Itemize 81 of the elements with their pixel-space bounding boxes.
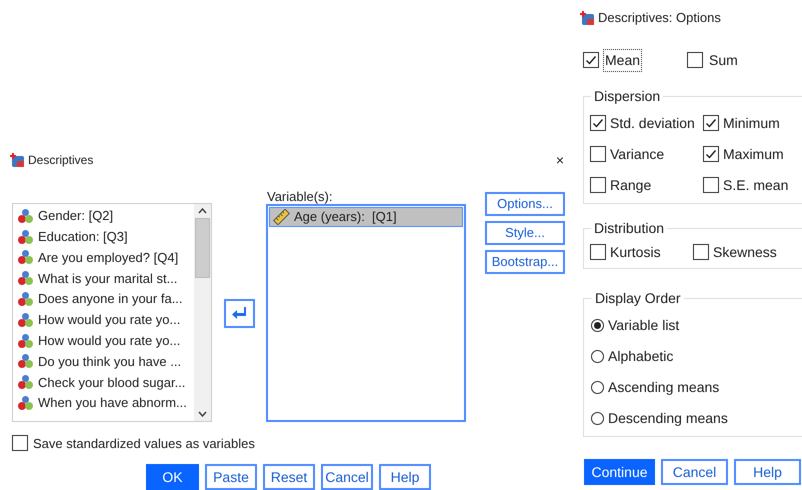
dialog-button[interactable]: Cancel (661, 459, 728, 485)
radio-button[interactable] (591, 412, 604, 424)
dialog-button[interactable]: Paste (205, 464, 257, 490)
nominal-variable-icon (17, 374, 34, 390)
continue-button[interactable]: Continue (584, 459, 655, 485)
nominal-variable-icon (17, 332, 34, 349)
variable-item[interactable]: Age (years): [Q1] (269, 206, 463, 226)
radio-button[interactable] (591, 350, 604, 362)
variable-item[interactable]: Check your blood sugar... (17, 372, 194, 393)
checkbox-label: Maximum (723, 144, 784, 164)
checkbox[interactable] (590, 177, 606, 193)
checkbox-label: S.E. mean (723, 176, 788, 194)
dialog-button[interactable]: Bootstrap... (485, 250, 565, 274)
nominal-variable-icon (17, 249, 34, 266)
target-variable-list[interactable]: Age (years): [Q1] (266, 204, 466, 422)
checkbox[interactable] (583, 52, 599, 68)
checkbox-label: Mean (603, 48, 642, 72)
checkbox-label: Variance (610, 144, 664, 164)
checkbox[interactable] (12, 435, 28, 452)
checkbox-label: Range (610, 176, 652, 195)
dialog-button[interactable]: Options... (485, 192, 565, 216)
variable-item[interactable]: Education: [Q3] (17, 226, 194, 248)
radio-button[interactable] (591, 318, 604, 332)
variable-item[interactable]: Are you employed? [Q4] (17, 247, 194, 268)
checkbox[interactable] (703, 115, 719, 131)
checkmark-icon (705, 148, 717, 160)
checkbox[interactable] (703, 177, 719, 193)
checkbox-label: Kurtosis (610, 242, 661, 262)
radio-label: Alphabetic (608, 346, 674, 366)
nominal-variable-icon (17, 291, 34, 308)
checkmark-icon (585, 54, 597, 66)
dialog-button[interactable]: Cancel (321, 464, 373, 490)
dialog-button[interactable]: Style... (485, 220, 565, 244)
checkbox[interactable] (693, 244, 709, 260)
nominal-variable-icon (17, 228, 34, 245)
group-title: Distribution (593, 219, 666, 238)
variables-label: Variable(s): (267, 188, 334, 204)
radio-label: Variable list (608, 316, 680, 334)
return-arrow-icon (231, 306, 247, 320)
nominal-variable-icon (17, 270, 34, 286)
checkbox-label: Save standardized values as variables (33, 434, 255, 452)
variable-item[interactable]: How would you rate yo... (17, 309, 194, 330)
checkbox[interactable] (590, 146, 606, 162)
checkbox-label: Skewness (713, 242, 777, 262)
nominal-variable-icon (17, 395, 34, 412)
variable-item[interactable]: Do you think you have ... (17, 351, 194, 372)
move-variable-button[interactable] (224, 298, 254, 328)
source-variable-list[interactable] (12, 202, 212, 422)
nominal-variable-icon (17, 353, 34, 370)
dialog-button[interactable]: Help (734, 459, 801, 485)
checkbox-label: Minimum (723, 114, 780, 132)
checkbox[interactable] (703, 146, 719, 162)
ok-button[interactable]: OK (146, 464, 199, 490)
group-title: Dispersion (593, 87, 662, 106)
app-icon (579, 10, 595, 26)
dialog-button[interactable]: Help (379, 464, 431, 490)
checkbox-label: Std. deviation (610, 114, 695, 132)
dialog-button[interactable]: Reset (263, 464, 315, 490)
ruler-icon (273, 208, 290, 224)
checkbox[interactable] (687, 52, 703, 68)
checkmark-icon (705, 117, 717, 129)
variable-item[interactable]: How would you rate yo... (17, 330, 194, 352)
radio-label: Ascending means (608, 378, 720, 397)
radio-button[interactable] (591, 380, 604, 394)
checkmark-icon (592, 117, 604, 129)
variable-item[interactable]: Does anyone in your fa... (17, 288, 194, 310)
variable-item[interactable]: When you have abnorm... (17, 392, 194, 414)
nominal-variable-icon (17, 208, 34, 224)
window-title: Descriptives (28, 152, 94, 169)
radio-label: Descending means (608, 408, 728, 428)
variable-item[interactable]: Gender: [Q2] (17, 206, 194, 226)
nominal-variable-icon (17, 312, 34, 328)
window-title: Descriptives: Options (598, 9, 721, 28)
checkbox-label: Sum (708, 50, 739, 70)
scrollbar-thumb[interactable] (195, 218, 210, 278)
variable-item[interactable]: What is your marital st... (17, 268, 194, 289)
app-icon (9, 152, 25, 168)
close-button[interactable]: × (556, 152, 564, 167)
group-title: Display Order (594, 289, 682, 308)
checkbox[interactable] (590, 244, 606, 260)
checkbox[interactable] (590, 115, 606, 131)
